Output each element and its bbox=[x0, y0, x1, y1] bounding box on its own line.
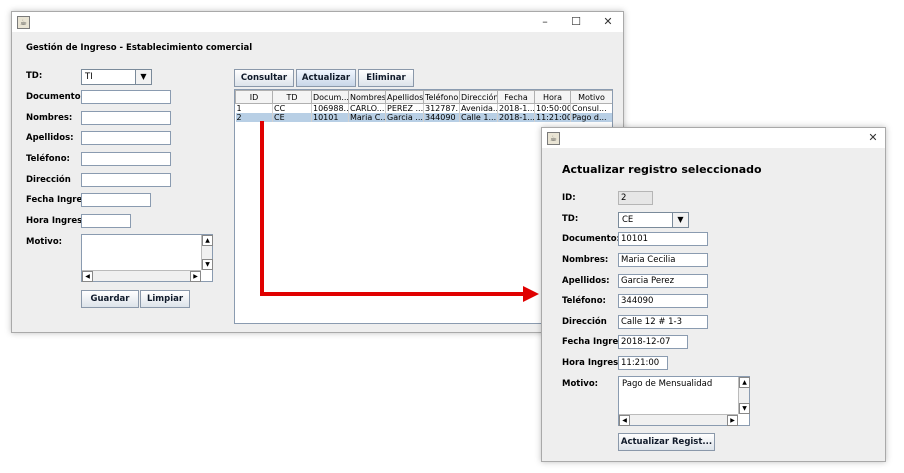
dialog-td-select[interactable]: CE ▼ bbox=[618, 212, 689, 228]
arrow-line bbox=[260, 121, 526, 296]
dialog-telefono-label: Teléfono: bbox=[562, 296, 606, 306]
dialog-apellidos-label: Apellidos: bbox=[562, 276, 610, 286]
dialog-heading: Actualizar registro seleccionado bbox=[562, 163, 762, 176]
dialog-apellidos-field[interactable]: Garcia Perez bbox=[618, 274, 708, 288]
vertical-scrollbar[interactable]: ▲ ▼ bbox=[738, 377, 750, 414]
scroll-left-icon[interactable]: ◀ bbox=[619, 415, 630, 426]
dialog-direccion-field[interactable]: Calle 12 # 1-3 bbox=[618, 315, 708, 329]
dialog-documento-label: Documento: bbox=[562, 234, 620, 244]
actualizar-registro-button[interactable]: Actualizar Regist... bbox=[618, 433, 715, 451]
scroll-up-icon[interactable]: ▲ bbox=[739, 377, 750, 388]
dialog-motivo-label: Motivo: bbox=[562, 379, 599, 389]
dialog-nombres-field[interactable]: Maria Cecilia bbox=[618, 253, 708, 267]
horizontal-scrollbar[interactable]: ◀ ▶ bbox=[619, 414, 738, 426]
dialog-motivo-textarea[interactable]: Pago de Mensualidad ▲ ▼ ◀ ▶ bbox=[618, 376, 750, 426]
dialog-titlebar: ☕ ✕ bbox=[542, 128, 885, 148]
java-cup-icon: ☕ bbox=[547, 132, 560, 145]
arrow-head bbox=[523, 286, 539, 302]
update-dialog: ☕ ✕ Actualizar registro seleccionado ID:… bbox=[541, 127, 886, 462]
scroll-right-icon[interactable]: ▶ bbox=[727, 415, 738, 426]
dialog-nombres-label: Nombres: bbox=[562, 255, 609, 265]
dialog-hora-field[interactable]: 11:21:00 bbox=[618, 356, 668, 370]
close-icon[interactable]: ✕ bbox=[864, 130, 882, 146]
dialog-documento-field[interactable]: 10101 bbox=[618, 232, 708, 246]
dialog-id-label: ID: bbox=[562, 193, 576, 203]
dialog-td-value: CE bbox=[622, 215, 634, 225]
dialog-fecha-field[interactable]: 2018-12-07 bbox=[618, 335, 688, 349]
scroll-down-icon[interactable]: ▼ bbox=[739, 403, 750, 414]
dialog-td-label: TD: bbox=[562, 214, 579, 224]
dialog-telefono-field[interactable]: 344090 bbox=[618, 294, 708, 308]
chevron-down-icon[interactable]: ▼ bbox=[672, 213, 688, 227]
dialog-id-field: 2 bbox=[618, 191, 653, 205]
dialog-motivo-text: Pago de Mensualidad bbox=[622, 379, 713, 389]
dialog-direccion-label: Dirección bbox=[562, 317, 607, 327]
